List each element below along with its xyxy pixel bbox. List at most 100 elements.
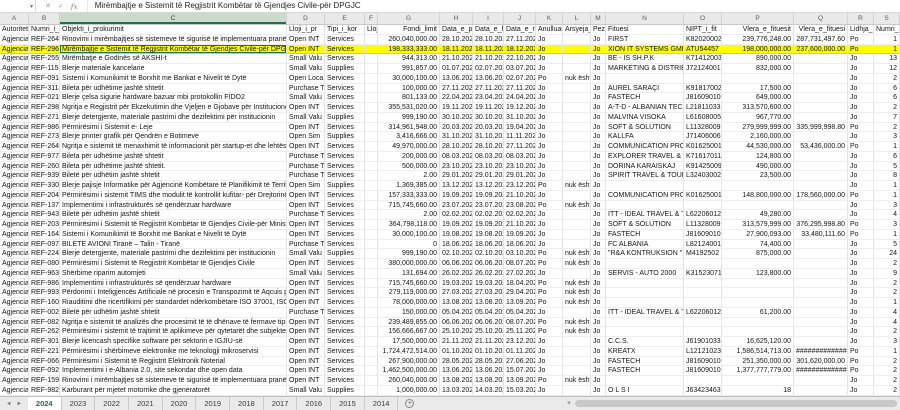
cell[interactable]: Ngritja e sistemit të analizës dhe proce… [60, 318, 287, 328]
cell[interactable]: REF-26461 [29, 142, 60, 152]
cell[interactable]: Services [325, 201, 365, 211]
cell[interactable]: Jo [536, 240, 563, 250]
cell[interactable]: 832,000.00 [722, 64, 794, 74]
cell[interactable] [794, 171, 848, 181]
cell[interactable]: Bileta për udhëtime jashtë shtetit. [60, 162, 287, 172]
cell[interactable]: 33,480,111.60 [794, 230, 848, 240]
cell[interactable]: Po [536, 181, 563, 191]
cell[interactable]: 08.07.2024 [504, 259, 536, 269]
cell[interactable]: 9 [874, 269, 900, 279]
cell[interactable] [563, 93, 591, 103]
column-header-J[interactable]: J [504, 13, 536, 24]
cell[interactable]: Jo [848, 171, 874, 181]
cell[interactable]: 355,531,020.00 [378, 103, 440, 113]
cell[interactable]: 1 [874, 347, 900, 357]
cell[interactable]: Agjencia K [0, 259, 29, 269]
cell[interactable]: 02.02.2024 [504, 210, 536, 220]
cell[interactable] [722, 201, 794, 211]
cell[interactable]: Lidhja_e_ [848, 25, 874, 35]
cell[interactable]: Jo [848, 288, 874, 298]
cell[interactable]: Jo [536, 171, 563, 181]
cell[interactable]: Jo [536, 132, 563, 142]
cell[interactable]: Services [325, 45, 365, 55]
cell[interactable]: Open INT [287, 142, 325, 152]
cell[interactable]: Po [848, 45, 874, 55]
cell[interactable]: 21.11.2024 [440, 337, 473, 347]
cell[interactable] [563, 366, 591, 376]
cell[interactable]: 801,133.00 [378, 93, 440, 103]
cell[interactable]: REF-09162 [29, 74, 60, 84]
cell[interactable]: Jo [591, 54, 606, 64]
cell[interactable]: Po [848, 142, 874, 152]
scrollbar-thumb[interactable] [575, 400, 897, 407]
cell[interactable]: 1,000,000.00 [378, 386, 440, 396]
cell[interactable] [794, 54, 848, 64]
cell[interactable]: Jo [536, 123, 563, 133]
cell[interactable]: 2,160,000.00 [722, 132, 794, 142]
cell[interactable]: L32403002 [684, 171, 722, 181]
cell[interactable]: Agjencia K [0, 181, 29, 191]
cell[interactable]: Open INT [287, 327, 325, 337]
cell[interactable]: REF-22122 [29, 347, 60, 357]
column-header-Q[interactable]: Q [794, 13, 848, 24]
cell[interactable]: 260,040,000.00 [378, 376, 440, 386]
cell[interactable]: SOFT & SOLUTION [606, 123, 684, 133]
cell[interactable]: Open INT [287, 123, 325, 133]
cell[interactable]: Agjencia K [0, 240, 29, 250]
cell[interactable]: Jo [848, 249, 874, 259]
cell[interactable] [563, 269, 591, 279]
cell[interactable]: 27.02.2024 [504, 269, 536, 279]
cell[interactable]: Jo [536, 142, 563, 152]
sheet-tab-2019[interactable]: 2019 [196, 397, 230, 410]
cell[interactable]: 500,000.00 [378, 162, 440, 172]
cell[interactable]: 15.07.2024 [504, 366, 536, 376]
cell[interactable]: Services [325, 279, 365, 289]
cell[interactable] [794, 269, 848, 279]
cell[interactable] [365, 74, 378, 84]
cell[interactable]: 21.10.2024 [504, 191, 536, 201]
cell[interactable]: Jo [591, 201, 606, 211]
cell[interactable]: Agjencia K [0, 54, 29, 64]
cell[interactable] [563, 152, 591, 162]
column-header-R[interactable]: R [848, 13, 874, 24]
cell[interactable]: Jo [591, 249, 606, 259]
cell[interactable] [365, 357, 378, 367]
cell[interactable]: Small Valu [287, 64, 325, 74]
cell[interactable] [684, 327, 722, 337]
cell[interactable]: 29.01.2024 [440, 171, 473, 181]
cell[interactable]: 13.09.2024 [504, 298, 536, 308]
cell[interactable]: Jo [536, 152, 563, 162]
cell[interactable]: Vlera_e_fituesi [794, 25, 848, 35]
cell[interactable]: 2 [874, 123, 900, 133]
cell[interactable] [794, 249, 848, 259]
cell[interactable]: Blerje çelsa sigurie hardware bazuar mbi… [60, 93, 287, 103]
cell[interactable]: Jo [848, 181, 874, 191]
cell[interactable]: Agjencia K [0, 103, 29, 113]
cell[interactable]: 123,800.00 [722, 269, 794, 279]
cell[interactable]: Blerje licencash specifike software për … [60, 337, 287, 347]
cell[interactable]: Agjencia K [0, 220, 29, 230]
cell[interactable]: Open INT [287, 337, 325, 347]
cell[interactable]: K82020002 [684, 35, 722, 45]
cell[interactable] [365, 366, 378, 376]
cell[interactable]: Përmirësimi i Sistemit të Regjistrit Kom… [60, 220, 287, 230]
cell[interactable] [794, 318, 848, 328]
cell[interactable]: 18.06.2024 [473, 240, 504, 250]
cell[interactable]: L11328009 [684, 220, 722, 230]
cell[interactable]: Po [536, 288, 563, 298]
cell[interactable]: 13.08.2024 [473, 376, 504, 386]
cell[interactable]: Services [325, 93, 365, 103]
cell[interactable]: 19.09.2024 [473, 220, 504, 230]
cell[interactable]: Services [325, 288, 365, 298]
cell[interactable]: Jo [848, 103, 874, 113]
cell[interactable]: REF-98661 [29, 123, 60, 133]
cell[interactable]: Open INT [287, 35, 325, 45]
cell[interactable]: 13.06.2024 [473, 74, 504, 84]
cell[interactable] [722, 259, 794, 269]
cell[interactable]: 715,745,660.00 [378, 201, 440, 211]
cell[interactable]: REF-30171 [29, 337, 60, 347]
cell[interactable]: Jo [848, 132, 874, 142]
cell[interactable]: REF-97762 [29, 152, 60, 162]
cell[interactable]: 314,961,948.00 [378, 123, 440, 133]
cell[interactable]: Agjencia K [0, 113, 29, 123]
